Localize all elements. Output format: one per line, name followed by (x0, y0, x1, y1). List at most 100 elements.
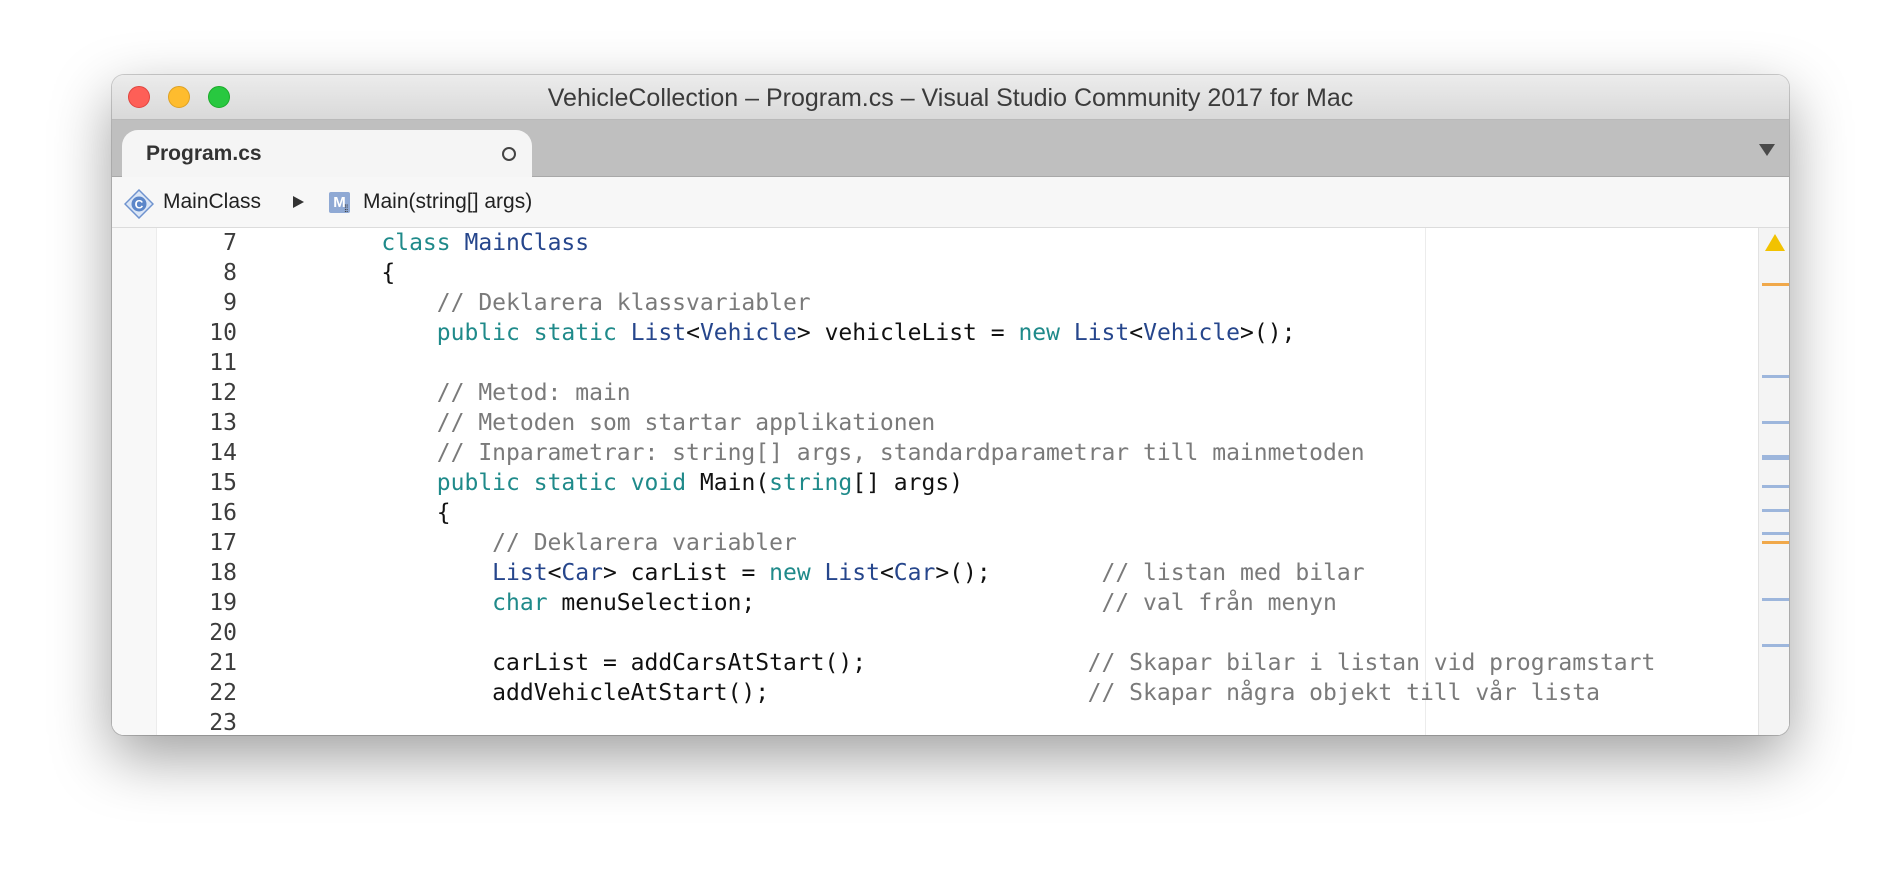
code-text: { (326, 498, 451, 528)
tab-close-circle-icon[interactable] (502, 147, 516, 161)
scroll-marker-warning (1762, 541, 1789, 544)
code-line[interactable]: 11 (112, 348, 1789, 378)
code-line[interactable]: 21 carList = addCarsAtStart(); // Skapar… (112, 648, 1789, 678)
code-line[interactable]: 8 { (112, 258, 1789, 288)
code-text: addVehicleAtStart(); // Skapar några obj… (326, 678, 1600, 708)
tab-program-cs[interactable]: Program.cs (122, 130, 532, 177)
scroll-marker (1762, 644, 1789, 647)
code-line[interactable]: 23 (112, 708, 1789, 735)
code-token-kw: char (492, 590, 548, 616)
code-token-comment: // Deklarera variabler (492, 530, 797, 556)
code-editor[interactable]: 7 class MainClass 8 {9 // Deklarera klass… (112, 228, 1789, 735)
code-line[interactable]: 13 // Metoden som startar applikationen (112, 408, 1789, 438)
code-text: { (326, 258, 395, 288)
code-token-plain: addVehicleAtStart(); (326, 680, 1088, 706)
code-token-plain: >(); (1240, 320, 1296, 346)
code-line[interactable]: 19 char menuSelection; // val från menyn (112, 588, 1789, 618)
code-token-kw: static (533, 470, 617, 496)
code-token-plain: menuSelection; (547, 590, 1102, 616)
code-text: class MainClass (326, 228, 589, 258)
code-line[interactable]: 10 public static List<Vehicle> vehicleLi… (112, 318, 1789, 348)
code-token-kw: class (381, 230, 451, 256)
code-token-comment: // Metod: main (436, 380, 631, 406)
breadcrumb-class[interactable]: MainClass (163, 177, 261, 227)
scroll-marker (1762, 509, 1789, 512)
code-line[interactable]: 16 { (112, 498, 1789, 528)
code-token-type: Vehicle (1143, 320, 1241, 346)
code-token-comment: // Skapar bilar i listan vid programstar… (1087, 650, 1656, 676)
code-token-plain: < (1129, 320, 1144, 346)
code-line[interactable]: 20 (112, 618, 1789, 648)
code-token-plain: < (686, 320, 700, 346)
code-line[interactable]: 9 // Deklarera klassvariabler (112, 288, 1789, 318)
code-text: // Deklarera variabler (326, 528, 797, 558)
code-line[interactable]: 15 public static void Main(string[] args… (112, 468, 1789, 498)
scroll-marker (1762, 485, 1789, 488)
breadcrumb: C MainClass M ⁞⁞ Main(string[] args) (112, 177, 1789, 228)
line-number: 21 (209, 650, 237, 676)
code-text: // Metod: main (326, 378, 631, 408)
class-icon: C (124, 189, 154, 219)
code-token-type: List (492, 560, 548, 586)
code-token-comment: // Skapar några objekt till vår lista (1087, 680, 1600, 706)
code-text: carList = addCarsAtStart(); // Skapar bi… (326, 648, 1655, 678)
code-token-kw: new (1018, 320, 1060, 346)
code-token-plain: Main( (686, 470, 770, 496)
code-line[interactable]: 14 // Inparametrar: string[] args, stand… (112, 438, 1789, 468)
code-token-kw: new (769, 560, 811, 586)
line-number: 16 (209, 500, 237, 526)
line-number: 13 (209, 410, 237, 436)
line-number: 7 (223, 230, 237, 256)
code-token-plain: [] args) (852, 470, 964, 496)
code-token-plain: < (547, 560, 562, 586)
breadcrumb-method[interactable]: Main(string[] args) (363, 177, 532, 227)
code-token-kw: public (436, 320, 520, 346)
code-text: char menuSelection; // val från menyn (326, 588, 1337, 618)
code-token-type: List (824, 560, 880, 586)
code-line[interactable]: 18 List<Car> carList = new List<Car>(); … (112, 558, 1789, 588)
code-line[interactable]: 22 addVehicleAtStart(); // Skapar några … (112, 678, 1789, 708)
overview-scrollbar[interactable] (1758, 228, 1789, 735)
code-token-type: MainClass (464, 230, 590, 256)
code-text: // Deklarera klassvariabler (326, 288, 811, 318)
line-number: 23 (209, 710, 237, 735)
code-line[interactable]: 12 // Metod: main (112, 378, 1789, 408)
code-token-comment: // val från menyn (1101, 590, 1337, 616)
warning-triangle-icon[interactable] (1765, 234, 1785, 251)
code-line[interactable]: 17 // Deklarera variabler (112, 528, 1789, 558)
method-badge-dots-icon: ⁞⁞ (344, 204, 348, 215)
ide-window: VehicleCollection – Program.cs – Visual … (112, 75, 1789, 735)
scroll-marker (1762, 532, 1789, 535)
code-token-comment: // Inparametrar: string[] args, standard… (436, 440, 1365, 466)
tab-list-dropdown-icon[interactable] (1759, 144, 1775, 156)
line-number: 9 (223, 290, 237, 316)
code-text: public static List<Vehicle> vehicleList … (326, 318, 1296, 348)
line-number: 19 (209, 590, 237, 616)
title-bar: VehicleCollection – Program.cs – Visual … (112, 75, 1789, 120)
code-token-comment: // Deklarera klassvariabler (436, 290, 811, 316)
code-token-kw: string (769, 470, 853, 496)
code-token-plain: carList = addCarsAtStart(); (326, 650, 1088, 676)
code-line[interactable]: 7 class MainClass (112, 228, 1789, 258)
code-text: public static void Main(string[] args) (326, 468, 963, 498)
line-number: 11 (209, 350, 237, 376)
line-number: 17 (209, 530, 237, 556)
code-token-kw: void (630, 470, 687, 496)
svg-text:C: C (135, 198, 144, 212)
code-token-kw: static (533, 320, 617, 346)
window-title: VehicleCollection – Program.cs – Visual … (547, 84, 1354, 112)
code-token-kw: public (436, 470, 520, 496)
code-token-plain: { (326, 260, 396, 286)
